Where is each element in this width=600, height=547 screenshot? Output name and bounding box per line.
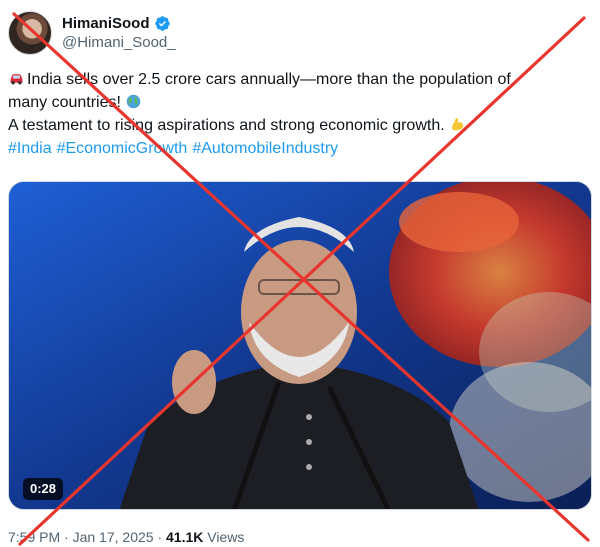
tweet-line-2-text: many countries! <box>8 94 121 111</box>
video-thumbnail <box>9 182 591 509</box>
tweet-text: India sells over 2.5 crore cars annually… <box>8 68 598 160</box>
video-duration: 0:28 <box>23 478 64 500</box>
views-count: 41.1K <box>166 529 204 545</box>
name-row: HimaniSood <box>62 14 176 33</box>
tweet-line-2: many countries! <box>8 91 598 114</box>
tweet-date[interactable]: Jan 17, 2025 <box>73 529 154 545</box>
tweet-header: HimaniSood @Himani_Sood_ <box>8 8 176 58</box>
avatar[interactable] <box>8 11 52 55</box>
hashtag-india[interactable]: #India <box>8 140 52 157</box>
tweet-line-3-text: A testament to rising aspirations and st… <box>8 117 445 134</box>
globe-emoji <box>127 94 141 109</box>
views-label: Views <box>207 529 245 545</box>
video-player[interactable]: 0:28 <box>8 181 592 510</box>
tweet-card: HimaniSood @Himani_Sood_ India sells ove… <box>0 0 600 547</box>
verified-badge-icon <box>154 15 170 31</box>
tweet-time[interactable]: 7:59 PM <box>8 529 60 545</box>
tweet-hashtags: #India #EconomicGrowth #AutomobileIndustry <box>8 137 598 160</box>
tweet-line-1-text: India sells over 2.5 crore cars annually… <box>27 71 511 88</box>
author-handle[interactable]: @Himani_Sood_ <box>62 33 176 53</box>
author-names: HimaniSood @Himani_Sood_ <box>62 14 176 53</box>
meta-separator-2: · <box>157 529 163 545</box>
tweet-meta: 7:59 PM · Jan 17, 2025 · 41.1K Views <box>8 528 244 546</box>
tweet-line-1: India sells over 2.5 crore cars annually… <box>8 68 598 91</box>
flexed-biceps-emoji <box>452 118 464 131</box>
hashtag-automobile-industry[interactable]: #AutomobileIndustry <box>192 140 338 157</box>
meta-separator: · <box>64 529 69 545</box>
tweet-line-3: A testament to rising aspirations and st… <box>8 114 598 137</box>
car-emoji <box>10 74 23 85</box>
hashtag-economic-growth[interactable]: #EconomicGrowth <box>57 140 188 157</box>
author-display-name[interactable]: HimaniSood <box>62 14 150 33</box>
